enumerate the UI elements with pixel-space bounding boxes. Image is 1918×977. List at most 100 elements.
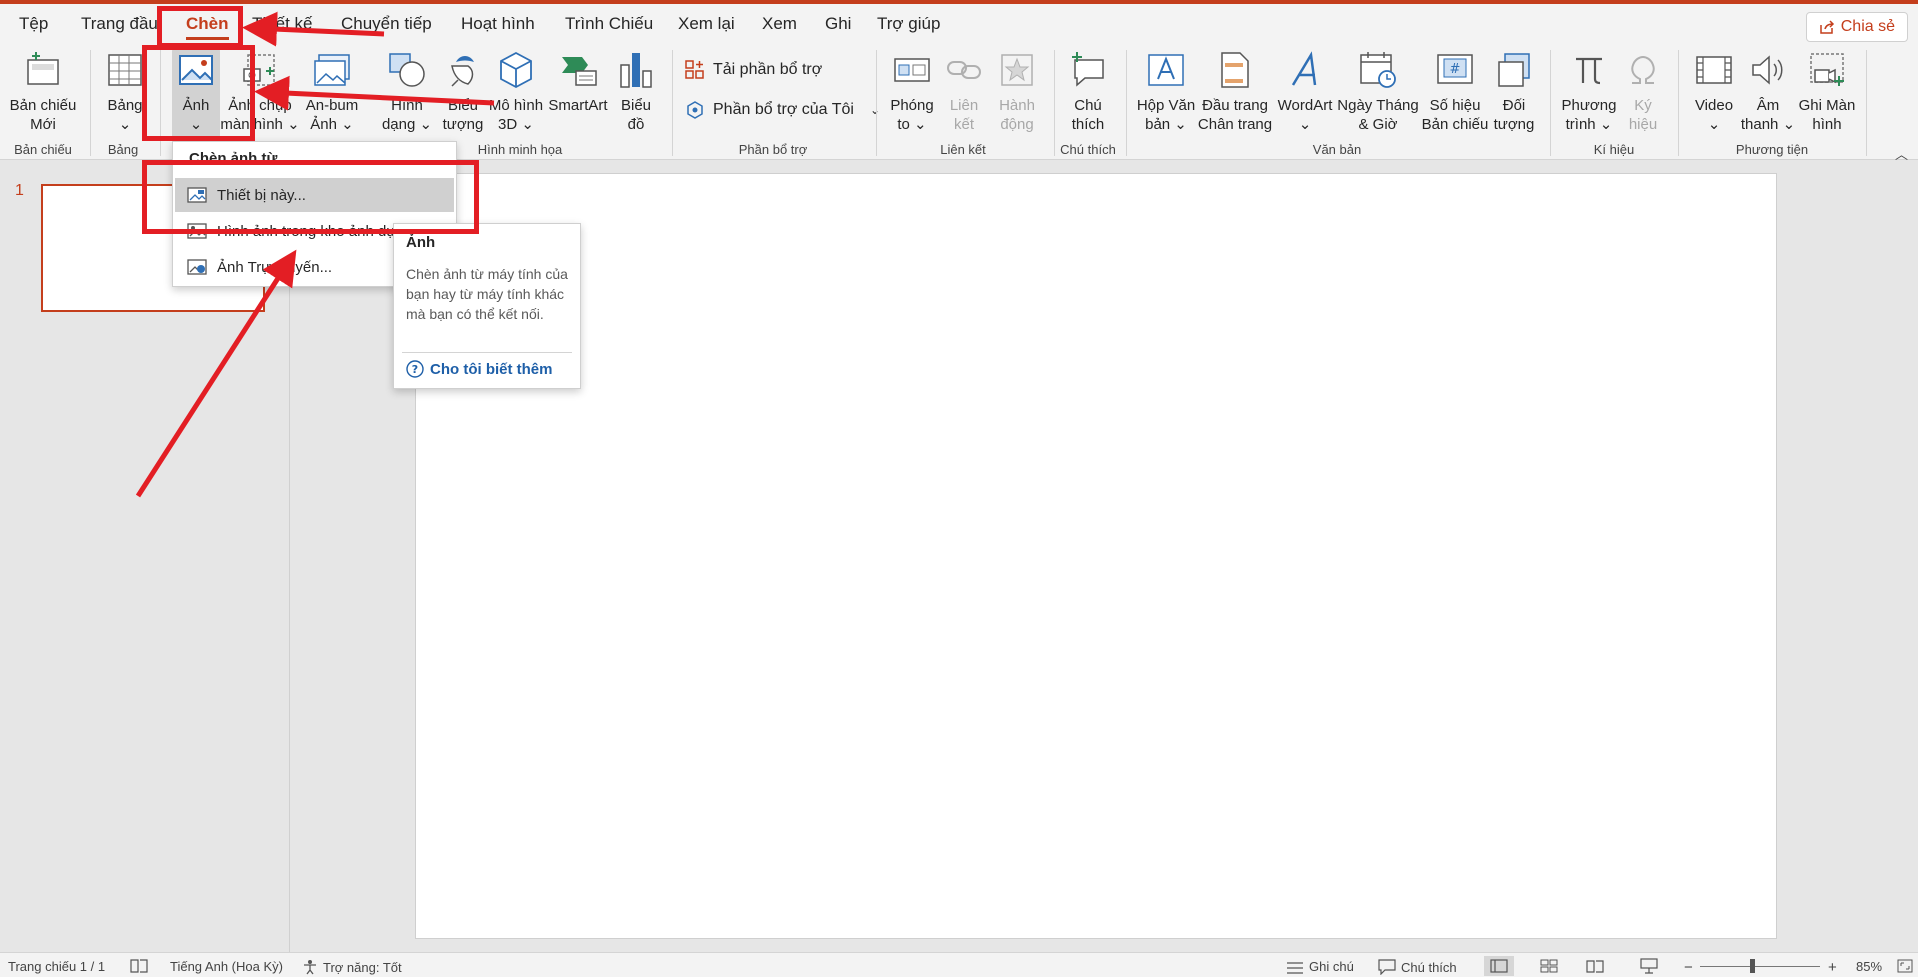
photo-album-button[interactable]: An-bum Ảnh ⌄	[302, 48, 362, 134]
cube-icon	[500, 51, 532, 89]
symbol-button[interactable]: Ký hiệu	[1624, 48, 1662, 134]
ribbon-tabs: Tệp Trang đầu Chèn Thiết kế Chuyển tiếp …	[0, 4, 1918, 44]
wordart-button[interactable]: WordArt ⌄	[1276, 48, 1334, 134]
fit-to-window-button[interactable]	[1890, 956, 1918, 976]
shapes-button[interactable]: Hình dạng ⌄	[381, 48, 433, 134]
header-footer-button[interactable]: Đầu trang Chân trang	[1198, 48, 1272, 134]
share-icon	[1820, 20, 1834, 34]
table-icon	[108, 54, 142, 86]
video-button[interactable]: Video ⌄	[1692, 48, 1736, 134]
comments-button[interactable]: Chú thích	[1378, 959, 1457, 975]
zoom-slide-icon	[894, 58, 930, 82]
help-circle-icon: ?	[406, 360, 424, 378]
separator	[1866, 50, 1867, 156]
notes-icon	[1287, 961, 1303, 974]
pi-icon	[1576, 57, 1602, 85]
group-label-media: Phương tiện	[1735, 142, 1809, 157]
object-button[interactable]: Đối tượng	[1494, 48, 1534, 134]
my-addins-button[interactable]: Phần bổ trợ của Tôi ⌄	[685, 100, 880, 120]
zoom-slider-track[interactable]	[1700, 966, 1820, 967]
group-label-tables: Bảng	[107, 142, 139, 157]
picture-tooltip: Ảnh Chèn ảnh từ máy tính của bạn hay từ …	[393, 223, 581, 389]
tab-review[interactable]: Xem lại	[678, 14, 735, 34]
tab-file[interactable]: Tệp	[19, 14, 48, 34]
addins-store-icon	[685, 60, 704, 79]
share-button[interactable]: Chia sẻ	[1805, 12, 1908, 42]
slideshow-view-button[interactable]	[1634, 956, 1664, 976]
group-label-addins: Phần bổ trợ	[738, 142, 808, 157]
separator	[1054, 50, 1055, 156]
date-time-button[interactable]: Ngày Tháng & Giờ	[1337, 48, 1419, 134]
tab-animations[interactable]: Hoạt hình	[461, 14, 535, 34]
annotation-box-this-device	[142, 160, 479, 234]
slide-number-button[interactable]: # Số hiệu Bản chiếu	[1420, 48, 1490, 134]
tab-home[interactable]: Trang đầu	[81, 14, 158, 34]
action-button[interactable]: Hành động	[994, 48, 1040, 134]
icons-button[interactable]: Biểu tượng	[437, 48, 489, 134]
tab-transitions[interactable]: Chuyển tiếp	[341, 14, 432, 34]
get-addins-button[interactable]: Tải phần bổ trợ	[685, 60, 822, 80]
zoom-slider-thumb[interactable]	[1750, 959, 1755, 973]
language-status[interactable]: Tiếng Anh (Hoa Kỳ)	[170, 959, 283, 974]
tab-help[interactable]: Trợ giúp	[877, 14, 940, 34]
tell-me-more-link[interactable]: ? Cho tôi biết thêm	[406, 360, 553, 378]
photo-album-icon	[314, 54, 350, 86]
link-icon	[947, 61, 981, 79]
smartart-button[interactable]: SmartArt	[548, 48, 608, 115]
svg-text:?: ?	[412, 363, 418, 376]
group-label-slides: Bản chiếu	[14, 142, 72, 157]
screen-recording-icon	[1810, 53, 1844, 86]
3d-models-button[interactable]: Mô hình 3D ⌄	[488, 48, 544, 134]
reading-view-icon	[1586, 960, 1604, 973]
new-slide-icon	[27, 52, 59, 85]
slide-sorter-icon	[1540, 959, 1558, 973]
textbox-button[interactable]: Hộp Văn bản ⌄	[1136, 48, 1196, 134]
normal-view-icon	[1490, 959, 1508, 973]
speaker-icon	[1752, 55, 1783, 85]
tab-design[interactable]: Thiết kế	[252, 14, 312, 34]
share-label: Chia sẻ	[1840, 18, 1895, 35]
accessibility-status[interactable]: Trợ năng: Tốt	[302, 959, 402, 975]
tooltip-body: Chèn ảnh từ máy tính của bạn hay từ máy …	[406, 266, 568, 322]
zoom-level[interactable]: 85%	[1856, 959, 1882, 974]
slide-number-icon: #	[1437, 54, 1473, 84]
tab-view[interactable]: Xem	[762, 14, 797, 34]
slide-sorter-button[interactable]	[1534, 956, 1564, 976]
audio-button[interactable]: Âm thanh ⌄	[1741, 48, 1795, 134]
group-label-comments: Chú thích	[1060, 142, 1116, 157]
chart-button[interactable]: Biểu đồ	[614, 48, 658, 134]
tab-record[interactable]: Ghi	[825, 14, 851, 34]
new-slide-button[interactable]: Bản chiếu Mới	[10, 48, 76, 134]
zoom-button[interactable]: Phóng to ⌄	[888, 48, 936, 134]
annotation-box-insert-tab	[157, 6, 243, 48]
zoom-out-button[interactable]: −	[1684, 959, 1693, 976]
wordart-icon	[1291, 51, 1317, 86]
spellcheck-icon[interactable]	[130, 959, 148, 973]
slideshow-icon	[1640, 958, 1658, 974]
reading-view-button[interactable]	[1580, 956, 1610, 976]
omega-icon	[1631, 55, 1655, 84]
separator	[672, 50, 673, 156]
normal-view-button[interactable]	[1484, 956, 1514, 976]
comment-button[interactable]: Chú thích	[1066, 48, 1110, 134]
online-pictures-icon	[187, 259, 207, 275]
group-label-links: Liên kết	[940, 142, 986, 157]
tooltip-title: Ảnh	[406, 234, 436, 251]
status-bar: Trang chiếu 1 / 1 Tiếng Anh (Hoa Kỳ) Trợ…	[0, 952, 1918, 977]
screen-recording-button[interactable]: Ghi Màn hình	[1796, 48, 1858, 134]
svg-text:#: #	[1450, 62, 1461, 77]
textbox-icon	[1148, 54, 1184, 86]
zoom-in-button[interactable]: +	[1828, 959, 1837, 976]
film-icon	[1696, 56, 1732, 84]
tab-slideshow[interactable]: Trình Chiếu	[565, 14, 653, 34]
notes-button[interactable]: Ghi chú	[1286, 959, 1354, 974]
group-label-text: Văn bản	[1312, 142, 1362, 157]
equation-button[interactable]: Phương trình ⌄	[1560, 48, 1618, 134]
link-button[interactable]: Liên kết	[944, 48, 984, 134]
slide-count: Trang chiếu 1 / 1	[8, 959, 106, 974]
group-label-symbols: Kí hiệu	[1593, 142, 1635, 157]
slide-canvas[interactable]	[415, 173, 1777, 939]
fit-window-icon	[1897, 959, 1913, 973]
separator	[1678, 50, 1679, 156]
table-button[interactable]: Bảng ⌄	[103, 48, 147, 134]
